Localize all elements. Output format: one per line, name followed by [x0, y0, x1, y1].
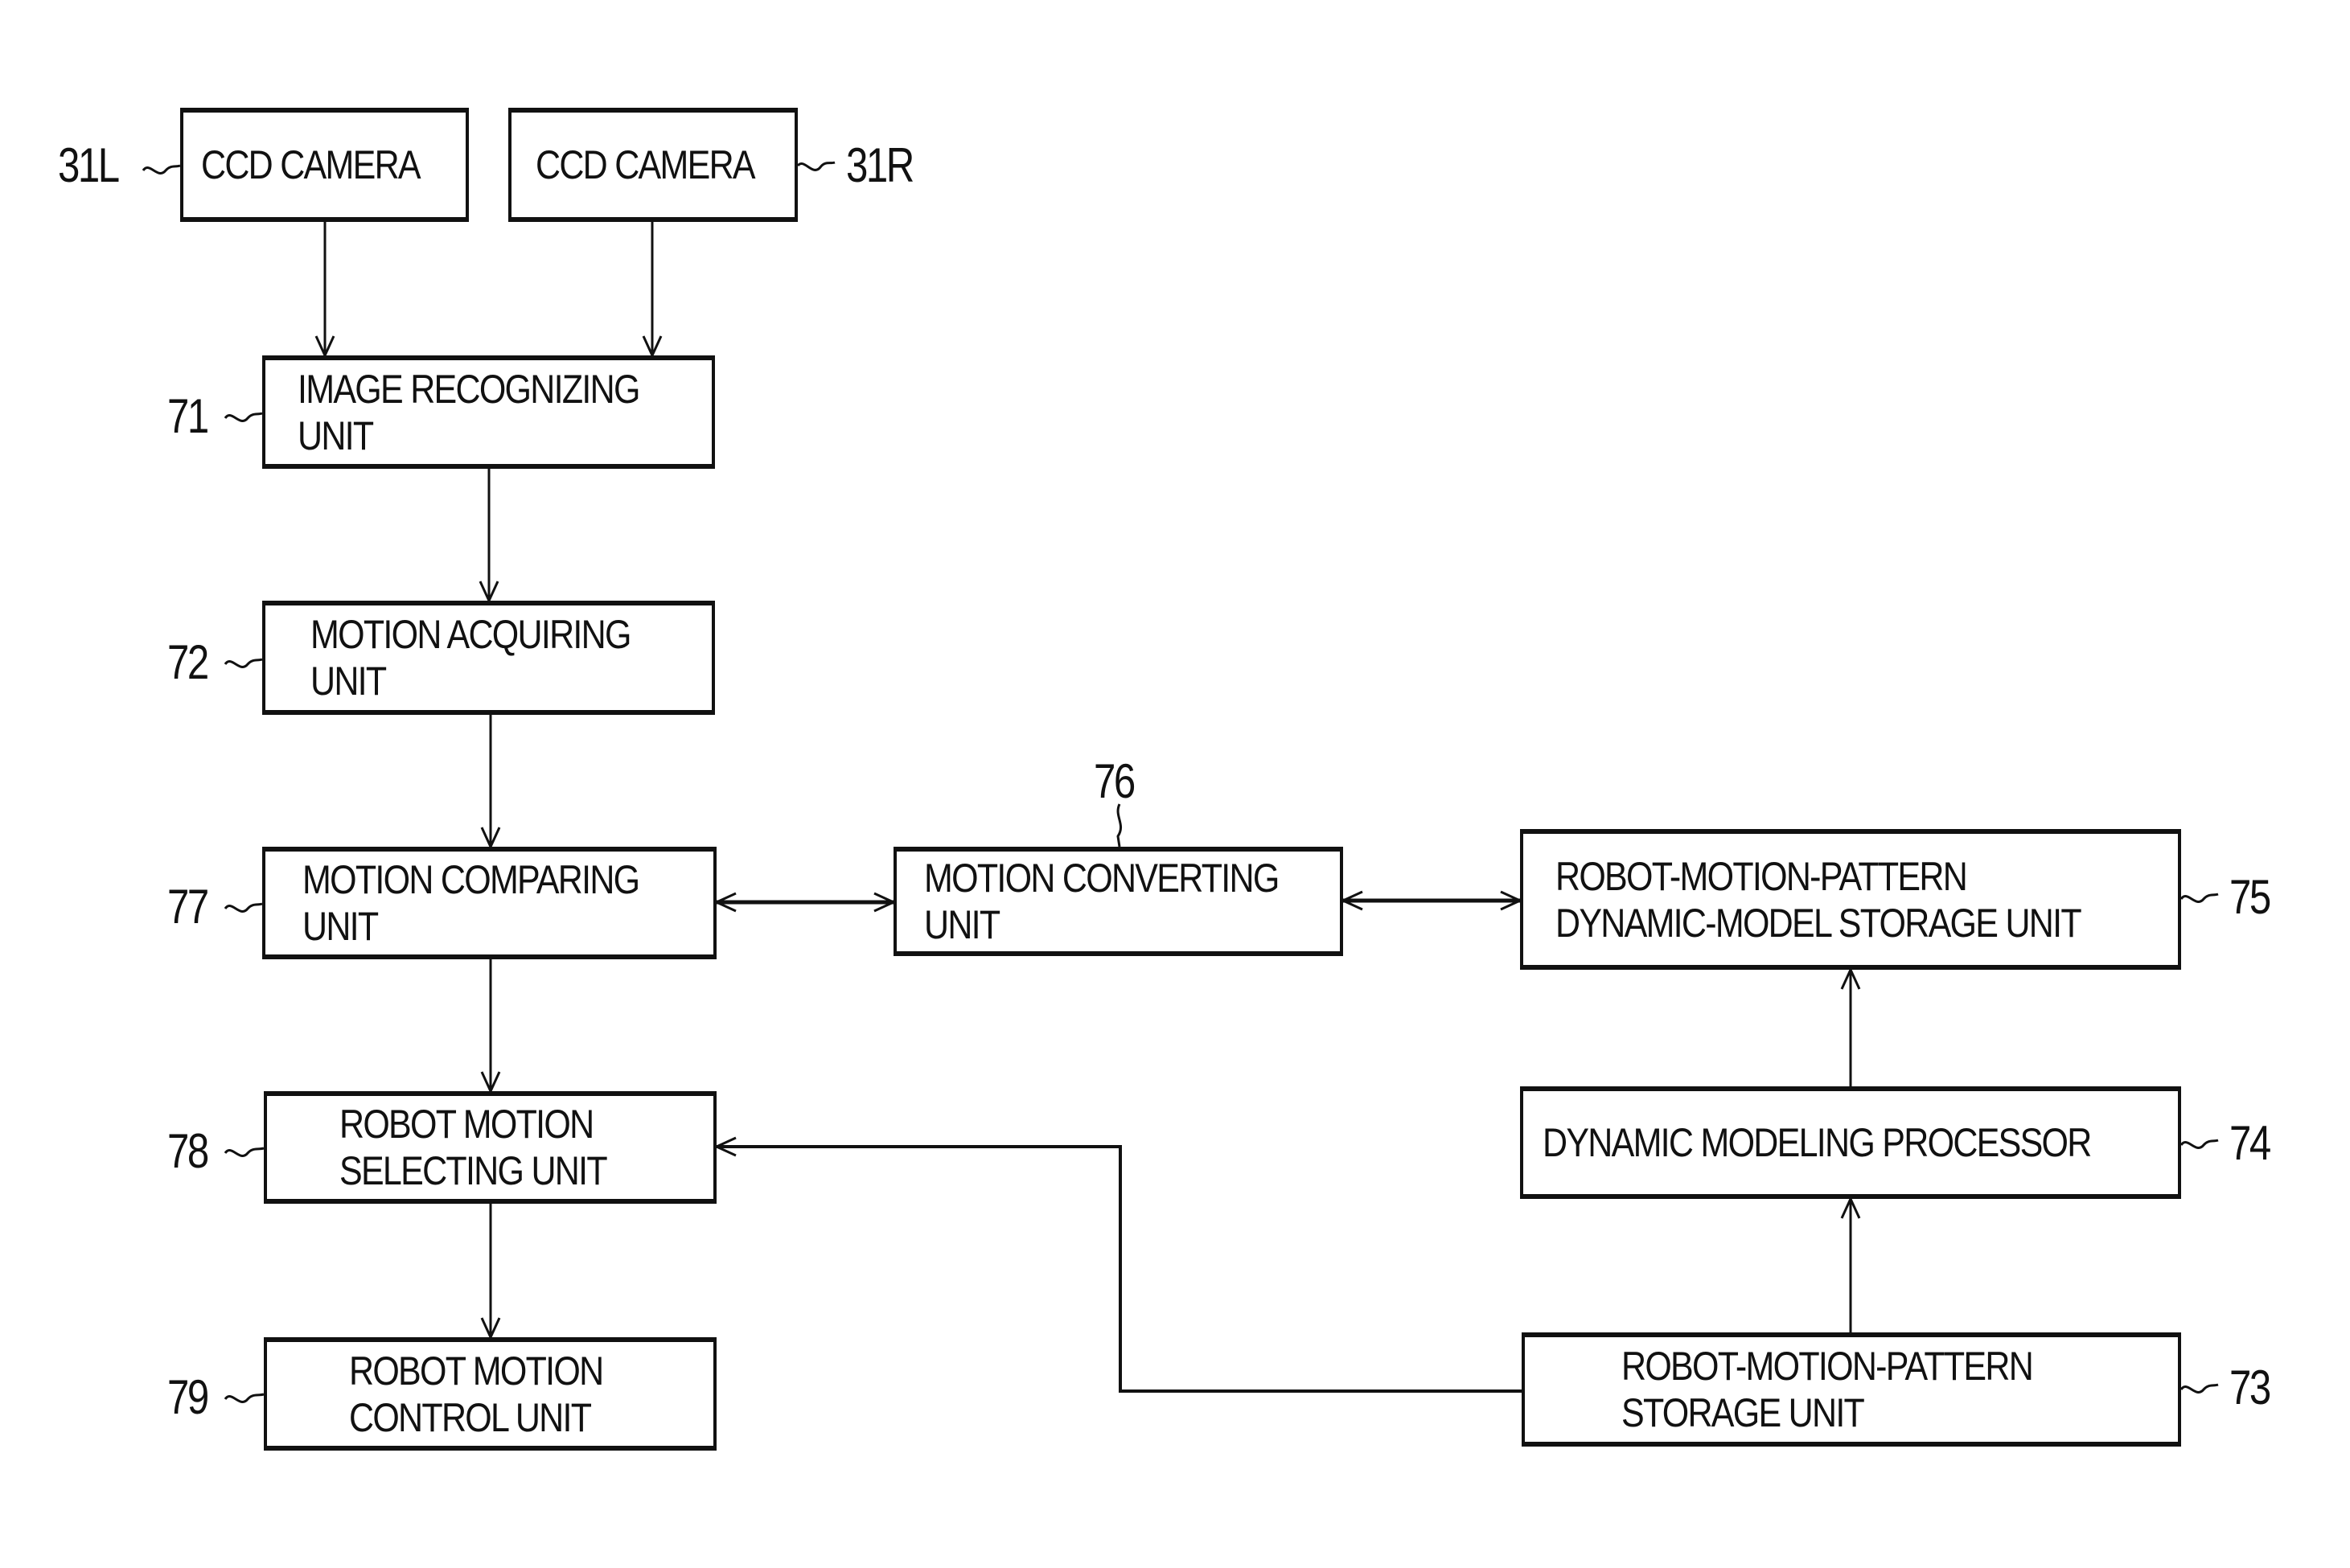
block-label-line-2: UNIT [924, 902, 1000, 947]
block-label-line-1: ROBOT MOTION [349, 1348, 604, 1394]
ref-72: 72 [167, 635, 209, 689]
ref-31L: 31L [58, 138, 120, 192]
block-label: DYNAMIC MODELING PROCESSOR [1543, 1120, 2092, 1165]
leader-76 [1116, 803, 1123, 848]
block-label-line-2: SELECTING UNIT [339, 1148, 608, 1193]
block-dynamic-model-storage-unit: ROBOT-MOTION-PATTERN DYNAMIC-MODEL STORA… [1520, 829, 2181, 970]
block-label-line-2: CONTROL UNIT [349, 1394, 592, 1440]
block-robot-motion-selecting-unit: ROBOT MOTION SELECTING UNIT [264, 1091, 717, 1204]
block-label-line-1: ROBOT-MOTION-PATTERN [1555, 853, 1968, 899]
block-ccd-camera-right: CCD CAMERA [508, 108, 798, 222]
leader-75 [2180, 893, 2219, 903]
block-motion-converting-unit: MOTION CONVERTING UNIT [894, 847, 1343, 956]
ref-77: 77 [167, 880, 209, 934]
block-label-line-2: UNIT [298, 413, 374, 458]
block-label-line-1: ROBOT-MOTION-PATTERN [1621, 1344, 2034, 1389]
leader-31R [796, 161, 836, 171]
block-diagram: CCD CAMERA CCD CAMERA IMAGE RECOGNIZING … [0, 0, 2350, 1568]
leader-74 [2180, 1139, 2219, 1149]
block-label-line-1: MOTION COMPARING [302, 857, 640, 902]
leader-71 [224, 412, 263, 422]
block-label-line-1: MOTION ACQUIRING [310, 612, 631, 657]
block-label-line-2: STORAGE UNIT [1621, 1390, 1865, 1435]
block-label-line-1: ROBOT MOTION [339, 1102, 594, 1147]
block-ccd-camera-left: CCD CAMERA [180, 108, 469, 222]
arrow-73-to-78 [713, 1136, 1522, 1393]
block-label-line-1: IMAGE RECOGNIZING [298, 366, 640, 412]
block-motion-comparing-unit: MOTION COMPARING UNIT [262, 847, 717, 959]
block-dynamic-modeling-processor: DYNAMIC MODELING PROCESSOR [1520, 1086, 2181, 1199]
ref-73: 73 [2229, 1361, 2271, 1414]
ref-76: 76 [1094, 754, 1136, 808]
ref-74: 74 [2229, 1116, 2271, 1170]
ref-79: 79 [167, 1370, 209, 1424]
leader-77 [224, 902, 263, 913]
leader-78 [224, 1147, 265, 1157]
leader-31L [142, 164, 181, 174]
block-label-line-2: UNIT [302, 904, 379, 949]
block-label: CCD CAMERA [536, 142, 756, 187]
leader-79 [224, 1393, 265, 1403]
block-image-recognizing-unit: IMAGE RECOGNIZING UNIT [262, 355, 715, 469]
block-label-line-1: MOTION CONVERTING [924, 856, 1280, 901]
leader-72 [224, 658, 263, 668]
ref-78: 78 [167, 1124, 209, 1178]
block-label: CCD CAMERA [201, 142, 421, 187]
block-robot-motion-pattern-storage-unit: ROBOT-MOTION-PATTERN STORAGE UNIT [1522, 1332, 2181, 1447]
block-label-line-2: DYNAMIC-MODEL STORAGE UNIT [1555, 900, 2082, 946]
ref-31R: 31R [846, 138, 914, 192]
block-motion-acquiring-unit: MOTION ACQUIRING UNIT [262, 601, 715, 715]
ref-75: 75 [2229, 870, 2271, 924]
block-robot-motion-control-unit: ROBOT MOTION CONTROL UNIT [264, 1337, 717, 1451]
leader-73 [2180, 1383, 2219, 1394]
ref-71: 71 [167, 389, 209, 443]
block-label-line-2: UNIT [310, 659, 387, 704]
